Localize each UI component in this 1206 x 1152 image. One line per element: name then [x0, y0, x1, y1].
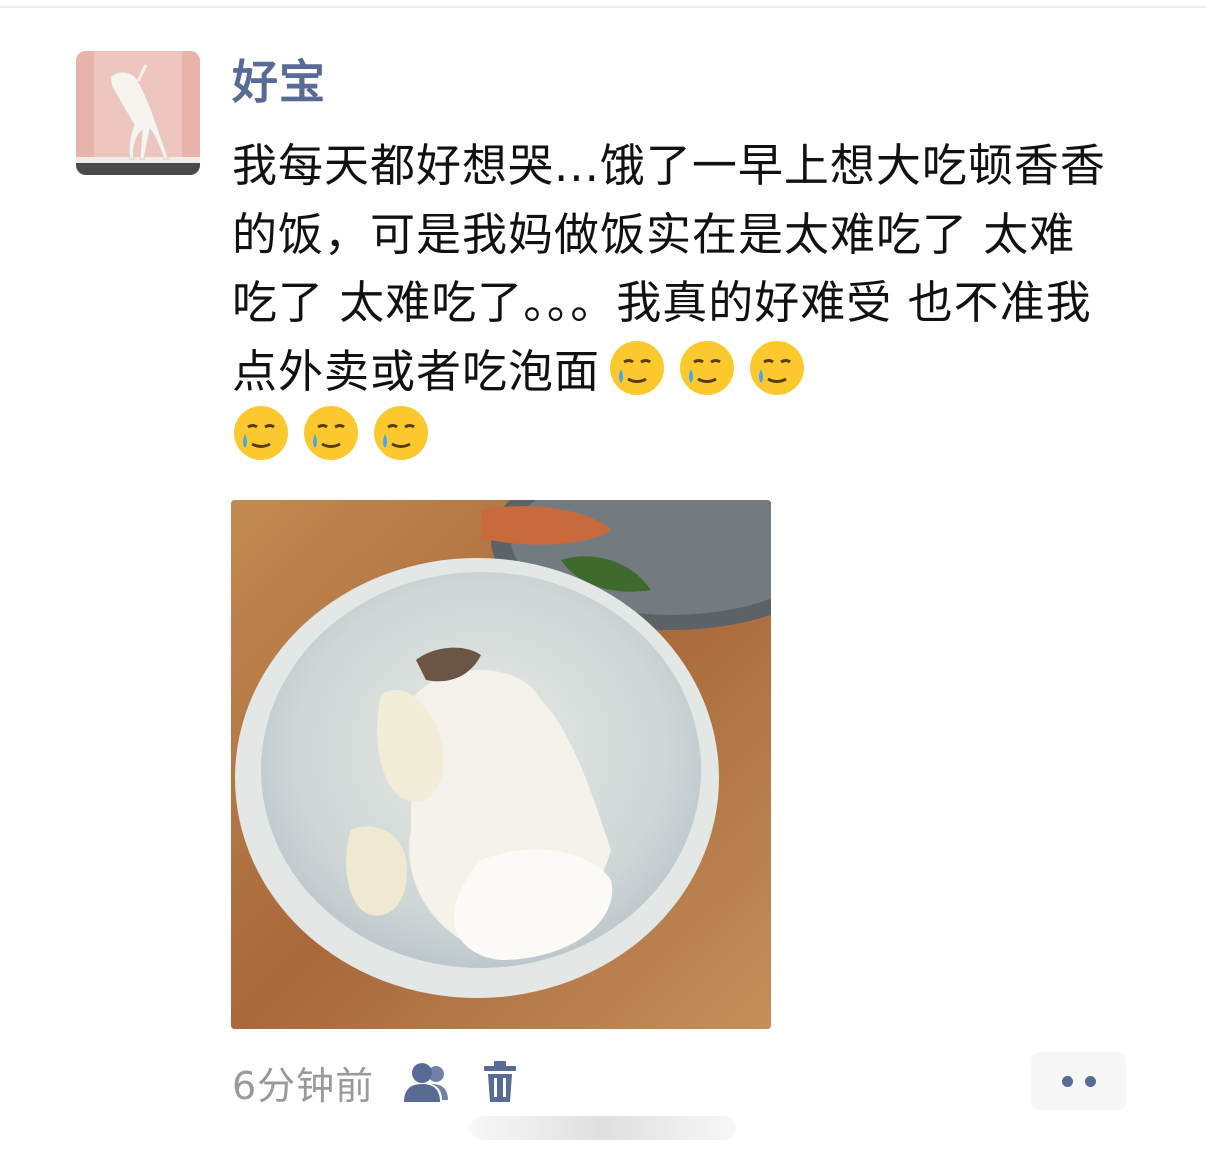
more-dots-icon — [1061, 1075, 1073, 1087]
crying-smile-emoji — [374, 406, 428, 460]
friends-visibility-icon[interactable] — [402, 1060, 450, 1104]
rice-bowl-photo — [231, 500, 771, 1029]
trash-icon[interactable] — [480, 1060, 520, 1104]
author-name[interactable]: 好宝 — [232, 52, 326, 112]
top-divider — [0, 6, 1206, 8]
more-dots-icon — [1084, 1075, 1096, 1087]
crying-smile-emoji — [610, 340, 665, 395]
crying-smile-emoji — [304, 406, 358, 460]
emoji-group-second-line — [232, 404, 430, 468]
emoji-group-inline — [608, 339, 806, 397]
avatar[interactable] — [76, 51, 200, 175]
more-button[interactable] — [1031, 1052, 1126, 1110]
crying-smile-emoji — [680, 340, 735, 395]
post-text: 我每天都好想哭...饿了一早上想大吃顿香香的饭，可是我妈做饭实在是太难吃了 太难… — [232, 132, 1112, 406]
crying-smile-emoji — [750, 340, 805, 395]
avatar-deer-illustration — [76, 51, 200, 175]
post-photo[interactable] — [231, 500, 771, 1029]
crying-smile-emoji — [234, 406, 288, 460]
home-indicator — [470, 1116, 736, 1140]
timestamp: 6分钟前 — [232, 1063, 375, 1108]
post-footer: 6分钟前 — [232, 1052, 520, 1112]
